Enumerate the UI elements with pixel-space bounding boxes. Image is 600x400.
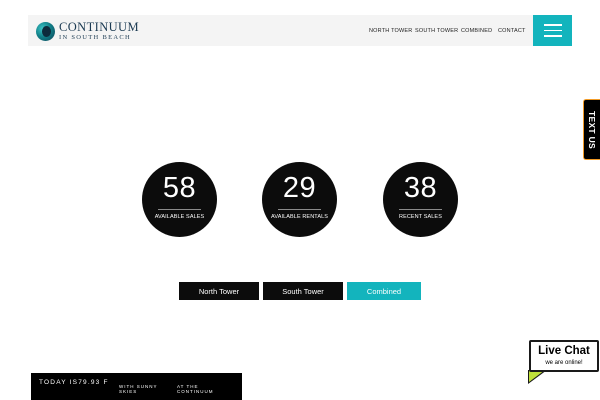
stat-value: 58 xyxy=(162,172,197,204)
stat-available-sales[interactable]: 58 AVAILABLE SALES xyxy=(142,162,217,237)
logo-subtitle: IN SOUTH BEACH xyxy=(59,34,132,41)
nav-item-contact[interactable]: CONTACT xyxy=(498,15,526,46)
nav-item-north-tower[interactable]: NORTH TOWER xyxy=(369,15,412,46)
live-chat-button[interactable]: Live Chat we are online! xyxy=(529,340,599,372)
nav-link-combined[interactable]: COMBINED xyxy=(461,28,492,34)
text-us-label: TEXT US xyxy=(587,110,597,149)
stat-divider xyxy=(278,209,321,210)
hamburger-icon-line xyxy=(543,35,562,37)
logo-text: CONTINUUM IN SOUTH BEACH xyxy=(59,19,139,42)
stat-label: RECENT SALES xyxy=(399,214,442,220)
weather-today: TODAY IS79.93 F xyxy=(39,379,109,386)
logo[interactable]: CONTINUUM IN SOUTH BEACH xyxy=(36,20,139,42)
stat-recent-sales[interactable]: 38 RECENT SALES xyxy=(383,162,458,237)
nav-link-south-tower[interactable]: SOUTH TOWER xyxy=(415,28,458,34)
site-header: CONTINUUM IN SOUTH BEACH NORTH TOWER SOU… xyxy=(28,15,572,46)
live-chat-subtitle: we are online! xyxy=(545,359,583,366)
tab-south-tower[interactable]: South Tower xyxy=(263,282,343,300)
hamburger-icon xyxy=(543,24,562,26)
stat-value: 38 xyxy=(403,172,438,204)
weather-bar: TODAY IS79.93 F WITH SUNNY SKIES AT THE … xyxy=(31,373,242,400)
live-chat-title: Live Chat xyxy=(538,345,590,357)
stat-divider xyxy=(399,209,442,210)
nav-link-north-tower[interactable]: NORTH TOWER xyxy=(369,28,412,34)
logo-title: CONTINUUM xyxy=(59,19,139,34)
logo-mark-icon xyxy=(36,21,55,41)
weather-location: AT THE CONTINUUM xyxy=(177,384,214,395)
page: CONTINUUM IN SOUTH BEACH NORTH TOWER SOU… xyxy=(0,0,600,400)
text-us-button[interactable]: TEXT US xyxy=(583,99,600,160)
hamburger-icon-line xyxy=(543,29,562,32)
tab-combined[interactable]: Combined xyxy=(347,282,421,300)
stat-label: AVAILABLE SALES xyxy=(154,214,205,220)
weather-condition: WITH SUNNY SKIES xyxy=(119,384,158,395)
nav-item-south-tower[interactable]: SOUTH TOWER xyxy=(415,15,458,46)
stat-available-rentals[interactable]: 29 AVAILABLE RENTALS xyxy=(262,162,337,237)
tab-north-tower[interactable]: North Tower xyxy=(179,282,259,300)
stat-value: 29 xyxy=(282,172,317,204)
nav-item-combined[interactable]: COMBINED xyxy=(461,15,492,46)
stat-divider xyxy=(158,209,201,210)
nav-link-contact[interactable]: CONTACT xyxy=(498,28,526,34)
stat-label: AVAILABLE RENTALS xyxy=(270,214,329,220)
menu-button[interactable] xyxy=(533,15,572,46)
